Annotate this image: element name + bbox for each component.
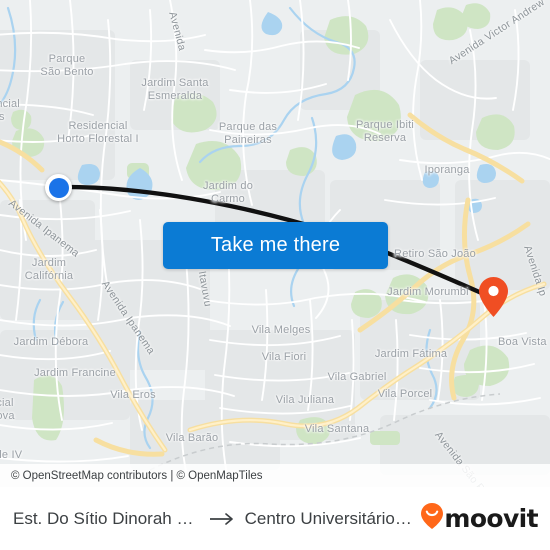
footer-bar: Est. Do Sítio Dinorah Ros… Centro Univer… xyxy=(0,487,550,550)
map-canvas[interactable]: Parque São Bento Jardim Santa Esmeralda Re… xyxy=(0,0,550,487)
route-summary: Est. Do Sítio Dinorah Ros… Centro Univer… xyxy=(0,509,421,529)
origin-dot-icon[interactable] xyxy=(45,174,72,201)
map-attribution-text[interactable]: © OpenStreetMap contributors | © OpenMap… xyxy=(0,470,263,482)
map-attribution-bar: © OpenStreetMap contributors | © OpenMap… xyxy=(0,464,550,487)
moovit-logo[interactable]: moovit xyxy=(421,503,550,534)
moovit-pin-icon xyxy=(421,503,444,534)
destination-pin-icon[interactable] xyxy=(479,277,508,317)
moovit-wordmark: moovit xyxy=(444,504,538,533)
moovit-map-share-card: Parque São Bento Jardim Santa Esmeralda Re… xyxy=(0,0,550,550)
route-destination-label: Centro Universitário Fa… xyxy=(244,508,416,528)
route-origin-label: Est. Do Sítio Dinorah Ros… xyxy=(13,508,201,528)
take-me-there-button[interactable]: Take me there xyxy=(163,222,388,269)
arrow-right-icon xyxy=(209,512,236,526)
origin-dot-fill xyxy=(48,177,69,198)
